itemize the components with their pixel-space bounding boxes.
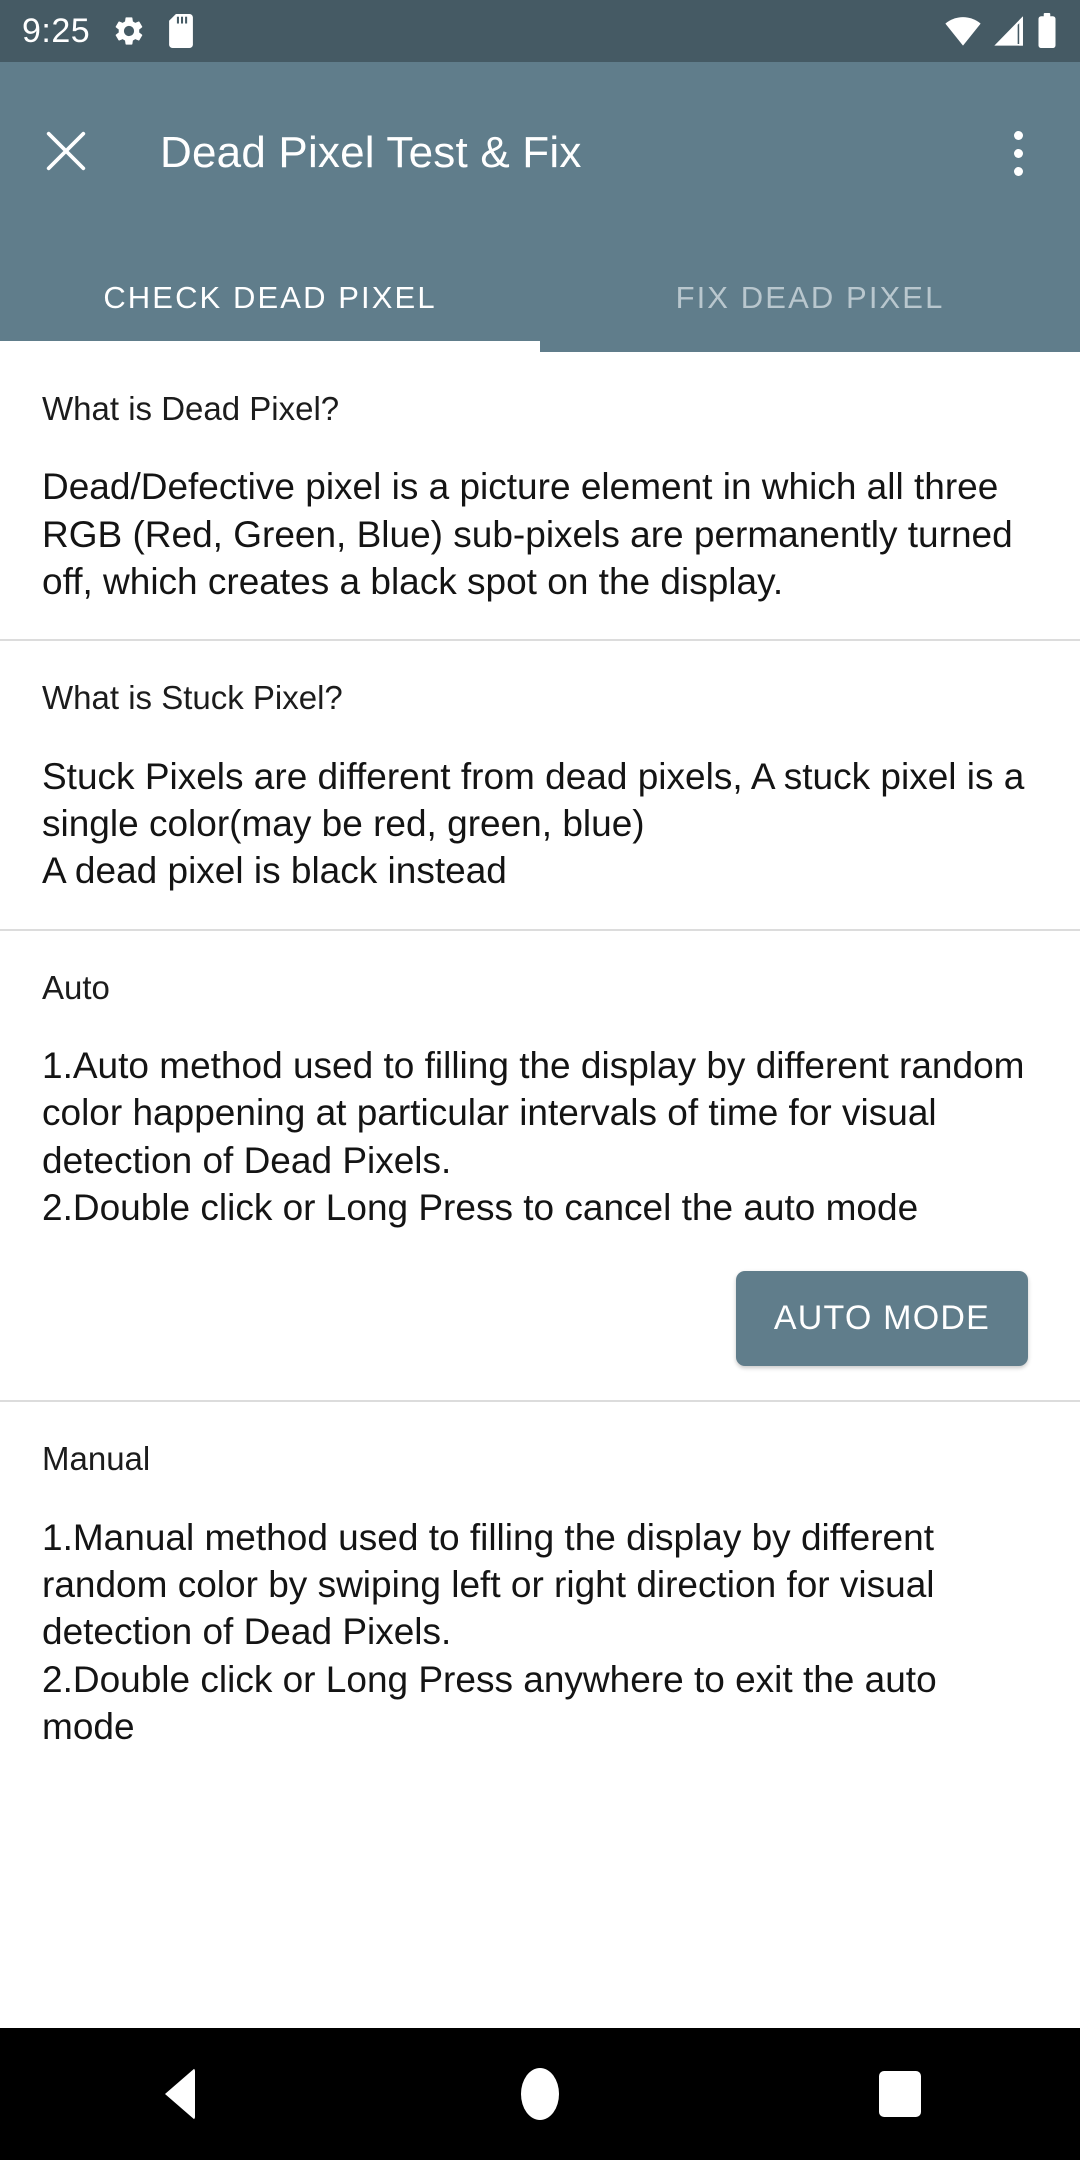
overflow-menu-icon [1013,130,1023,140]
page-title: Dead Pixel Test & Fix [160,128,582,177]
section-title: What is Stuck Pixel? [42,679,343,717]
recents-nav-button[interactable] [810,2028,990,2160]
overflow-menu-icon [1013,148,1023,158]
home-nav-button[interactable] [450,2028,630,2160]
status-bar: 9:25 [0,0,1080,62]
home-nav-icon [521,2068,559,2120]
section-title: What is Dead Pixel? [42,390,340,427]
overflow-menu-button[interactable] [986,111,1050,195]
back-nav-icon [165,2068,195,2120]
status-time: 9:25 [22,12,91,50]
close-icon [40,125,92,182]
tab-active-indicator [0,341,540,352]
section-title: Manual [42,1440,151,1478]
system-navigation-bar [0,2028,1080,2160]
section-auto: Auto 1.Auto method used to filling the d… [0,931,1080,1401]
section-body: 1.Auto method used to filling the displa… [42,1044,1025,1228]
back-nav-button[interactable] [90,2028,270,2160]
section-body: 1.Manual method used to filling the disp… [42,1516,937,1748]
section-body: Stuck Pixels are different from dead pix… [42,755,1025,892]
tab-bar: CHECK DEAD PIXEL FIX DEAD PIXEL [0,244,1080,352]
app-bar: Dead Pixel Test & Fix [0,62,1080,244]
auto-mode-button[interactable]: AUTO MODE [735,1271,1028,1367]
wifi-icon [944,14,982,48]
cell-signal-icon [992,14,1026,48]
sd-card-icon [168,14,194,48]
tab-label: CHECK DEAD PIXEL [103,280,437,315]
section-stuck-pixel: What is Stuck Pixel? Stuck Pixels are di… [0,641,1080,928]
recents-nav-icon [879,2071,921,2117]
section-body: Dead/Defective pixel is a picture elemen… [42,466,1013,602]
overflow-menu-icon [1013,166,1023,176]
close-button[interactable] [30,117,102,189]
section-manual: Manual 1.Manual method used to filling t… [0,1402,1080,1784]
tab-check-dead-pixel[interactable]: CHECK DEAD PIXEL [0,244,540,352]
content-scroll-area[interactable]: What is Dead Pixel? Dead/Defective pixel… [0,352,1080,2030]
section-title: Auto [42,968,110,1006]
tab-label: FIX DEAD PIXEL [675,280,945,315]
section-dead-pixel: What is Dead Pixel? Dead/Defective pixel… [0,352,1080,639]
battery-icon [1036,13,1058,49]
gear-icon [112,14,146,48]
status-bar-right [944,13,1058,49]
auto-mode-button-row: AUTO MODE [42,1231,1038,1367]
tab-fix-dead-pixel[interactable]: FIX DEAD PIXEL [540,244,1080,352]
status-bar-left: 9:25 [22,14,194,48]
